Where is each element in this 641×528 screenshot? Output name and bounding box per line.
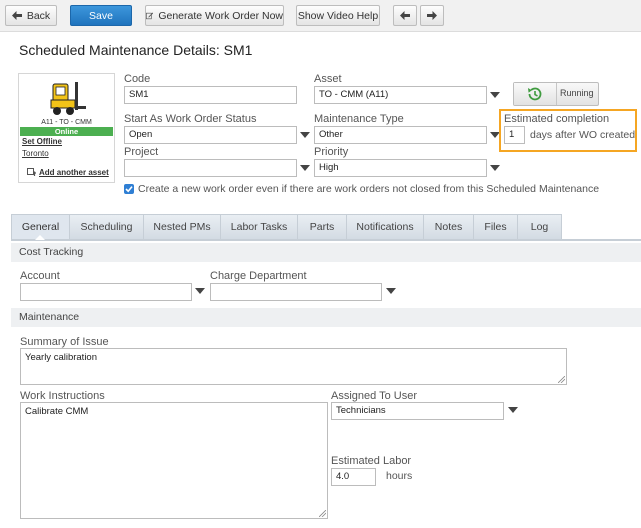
account-dropdown-icon[interactable] <box>195 288 205 294</box>
project-dropdown-icon[interactable] <box>300 165 310 171</box>
asset-select[interactable]: TO - CMM (A11) <box>314 86 487 104</box>
priority-label: Priority <box>314 146 349 158</box>
project-label: Project <box>124 146 159 158</box>
resize-grip-icon[interactable] <box>558 376 565 383</box>
project-select[interactable] <box>124 159 297 177</box>
charge-department-label: Charge Department <box>210 270 307 282</box>
arrow-right-icon <box>427 11 437 20</box>
tab-notes[interactable]: Notes <box>424 214 474 240</box>
active-tab-indicator <box>35 235 45 240</box>
estimated-labor-label: Estimated Labor <box>331 455 412 467</box>
save-label: Save <box>89 9 113 22</box>
maintenance-type-select[interactable]: Other <box>314 126 487 144</box>
tab-scheduling[interactable]: Scheduling <box>70 214 144 240</box>
running-toggle-button[interactable]: Running <box>513 82 599 106</box>
asset-status-badge: Online <box>20 127 113 136</box>
charge-department-dropdown-icon[interactable] <box>386 288 396 294</box>
tab-log[interactable]: Log <box>518 214 562 240</box>
account-label: Account <box>20 270 60 282</box>
running-icon-box <box>514 83 557 105</box>
add-asset-link[interactable]: Add another asset <box>27 168 109 177</box>
add-asset-label: Add another asset <box>39 168 109 177</box>
work-instructions-text: Calibrate CMM <box>25 406 89 417</box>
arrow-left-icon <box>11 11 22 20</box>
cost-tracking-header: Cost Tracking <box>11 243 641 262</box>
asset-card: A11 - TO - CMM Online Set Offline Toront… <box>18 73 115 183</box>
tab-notifications[interactable]: Notifications <box>347 214 424 240</box>
previous-record-button[interactable] <box>393 5 417 26</box>
toolbar: Back Save Generate Work Order Now Show V… <box>0 0 641 32</box>
set-offline-link[interactable]: Set Offline <box>22 137 62 146</box>
estimated-completion-suffix: days after WO created <box>530 129 636 141</box>
charge-department-select[interactable] <box>210 283 382 301</box>
generate-label: Generate Work Order Now <box>158 9 283 22</box>
asset-label: Asset <box>314 73 342 85</box>
tab-labor-tasks[interactable]: Labor Tasks <box>221 214 298 240</box>
maintenance-type-label: Maintenance Type <box>314 113 404 125</box>
tab-nested-pms[interactable]: Nested PMs <box>144 214 221 240</box>
location-link[interactable]: Toronto <box>22 149 49 158</box>
arrow-left-icon <box>400 11 410 20</box>
tab-parts[interactable]: Parts <box>298 214 347 240</box>
back-label: Back <box>26 9 51 22</box>
summary-label: Summary of Issue <box>20 336 109 348</box>
create-new-checkbox-row[interactable]: Create a new work order even if there ar… <box>124 183 599 195</box>
account-select[interactable] <box>20 283 192 301</box>
assigned-user-dropdown-icon[interactable] <box>508 407 518 413</box>
tab-underline <box>11 239 641 241</box>
resize-grip-icon[interactable] <box>319 510 326 517</box>
start-status-dropdown-icon[interactable] <box>300 132 310 138</box>
history-icon <box>528 87 542 101</box>
checkmark-icon <box>125 186 133 193</box>
maintenance-header: Maintenance <box>11 308 641 327</box>
show-video-help-button[interactable]: Show Video Help <box>296 5 380 26</box>
work-instructions-label: Work Instructions <box>20 390 105 402</box>
back-button[interactable]: Back <box>5 5 57 26</box>
assigned-user-select[interactable]: Technicians <box>331 402 504 420</box>
forklift-icon <box>50 82 86 115</box>
code-label: Code <box>124 73 151 85</box>
tab-files[interactable]: Files <box>474 214 518 240</box>
start-status-select[interactable]: Open <box>124 126 297 144</box>
page-title: Scheduled Maintenance Details: SM1 <box>19 42 253 58</box>
priority-dropdown-icon[interactable] <box>490 165 500 171</box>
assigned-user-label: Assigned To User <box>331 390 418 402</box>
generate-work-order-button[interactable]: Generate Work Order Now <box>145 5 284 26</box>
asset-dropdown-icon[interactable] <box>490 92 500 98</box>
estimated-labor-unit: hours <box>386 470 413 482</box>
create-new-checkbox[interactable] <box>124 184 134 194</box>
estimated-labor-input[interactable]: 4.0 <box>331 468 376 486</box>
edit-icon <box>146 12 154 20</box>
next-record-button[interactable] <box>420 5 444 26</box>
running-label: Running <box>560 88 594 98</box>
summary-textarea[interactable]: Yearly calibration <box>20 348 567 385</box>
asset-card-name: A11 - TO - CMM <box>41 119 92 126</box>
video-label: Show Video Help <box>297 9 379 22</box>
priority-select[interactable]: High <box>314 159 487 177</box>
estimated-completion-input[interactable]: 1 <box>504 126 525 144</box>
start-status-label: Start As Work Order Status <box>124 113 257 125</box>
estimated-completion-label: Estimated completion <box>504 113 610 125</box>
work-instructions-textarea[interactable]: Calibrate CMM <box>20 402 328 519</box>
tab-bar: General Scheduling Nested PMs Labor Task… <box>11 214 562 240</box>
summary-text: Yearly calibration <box>25 352 97 363</box>
save-button[interactable]: Save <box>70 5 132 26</box>
code-input[interactable]: SM1 <box>124 86 297 104</box>
create-new-label: Create a new work order even if there ar… <box>138 183 600 195</box>
add-asset-icon <box>27 168 36 176</box>
